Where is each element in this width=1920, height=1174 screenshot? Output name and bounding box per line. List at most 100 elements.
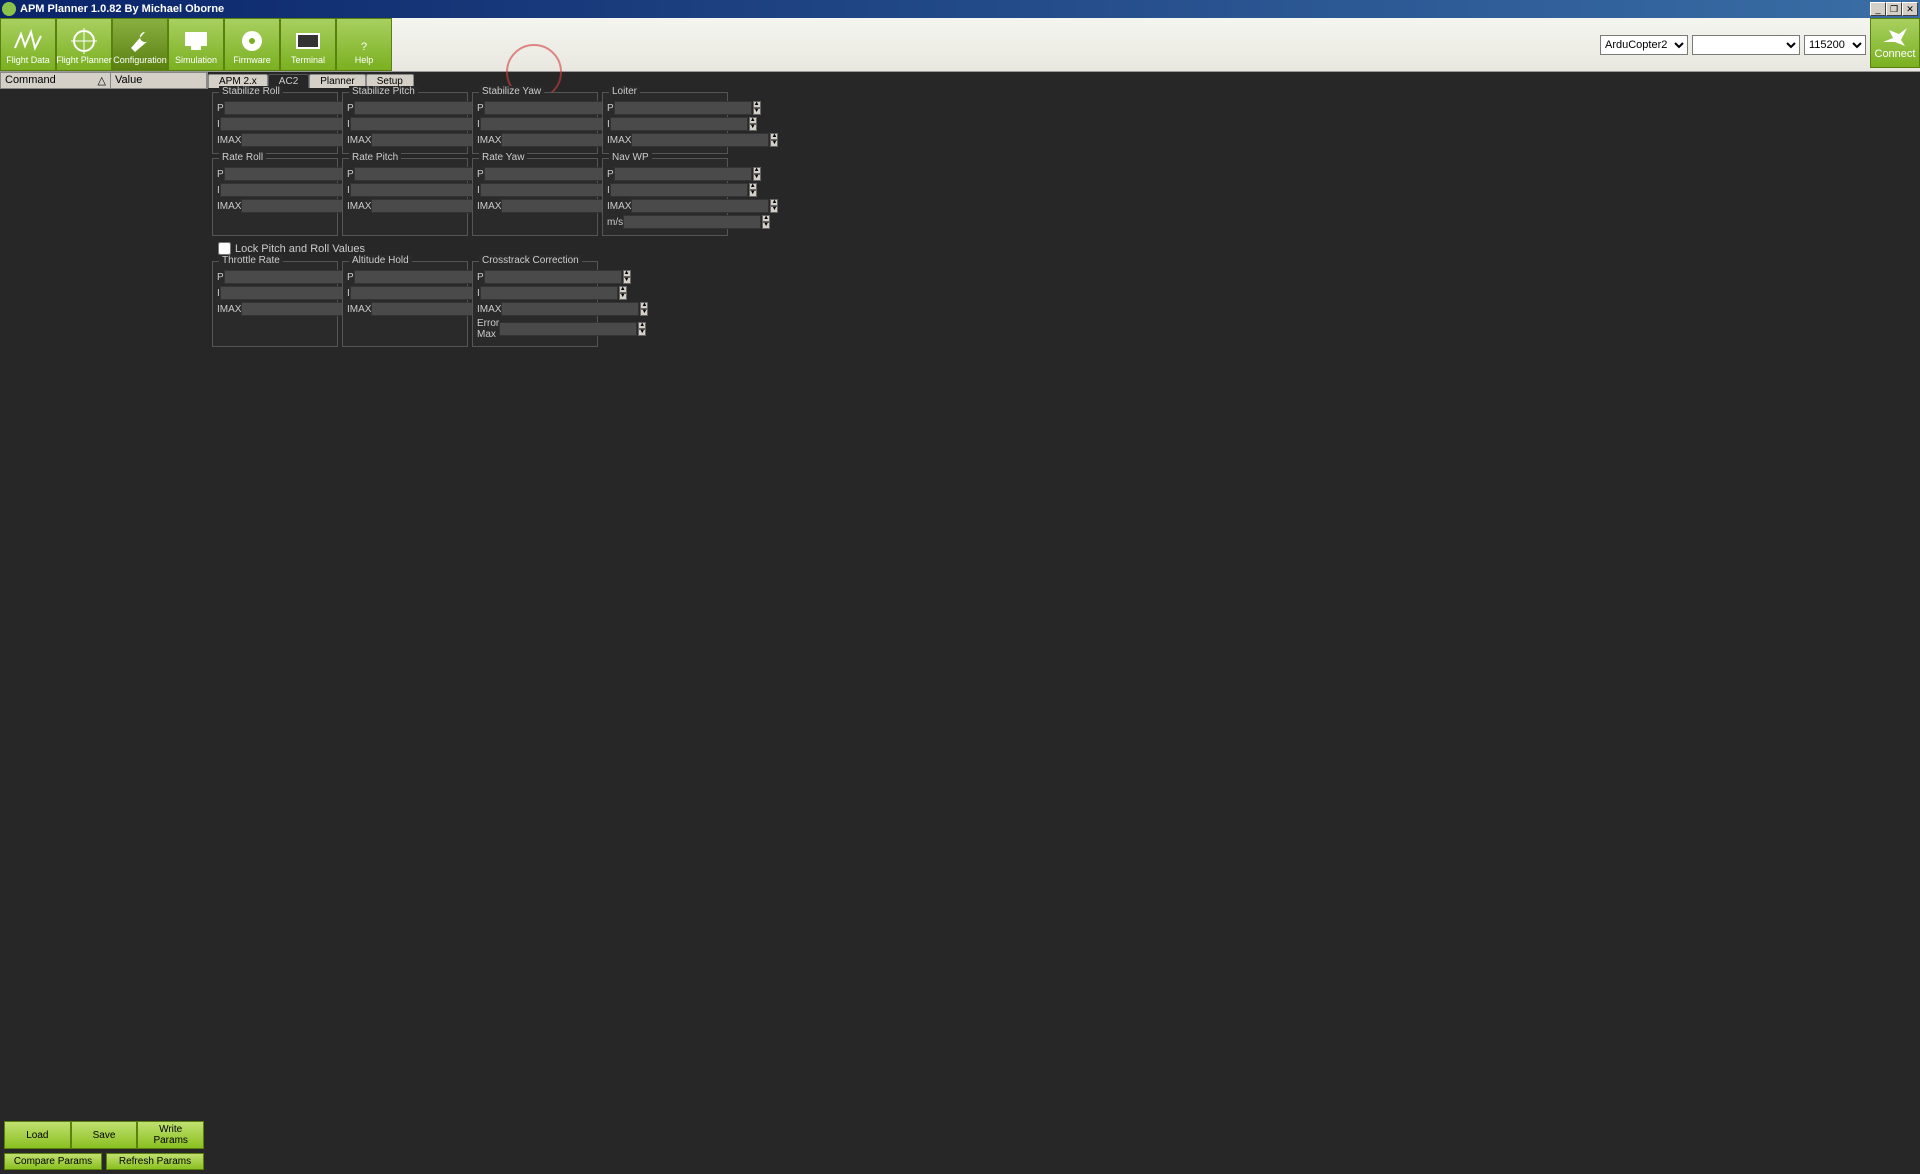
param-input-i[interactable] bbox=[350, 183, 488, 197]
spinner-up-icon[interactable]: ▲ bbox=[753, 101, 761, 108]
param-input-i[interactable] bbox=[220, 117, 358, 131]
param-input-i[interactable] bbox=[220, 286, 358, 300]
param-input-p[interactable] bbox=[484, 167, 622, 181]
spinner-down-icon[interactable]: ▼ bbox=[619, 293, 627, 300]
spinner-up-icon[interactable]: ▲ bbox=[638, 322, 646, 329]
spinner-down-icon[interactable]: ▼ bbox=[640, 309, 648, 316]
spinner-up-icon[interactable]: ▲ bbox=[770, 133, 778, 140]
param-label: P bbox=[347, 272, 354, 283]
param-row: I▲▼ bbox=[347, 286, 463, 300]
load-button[interactable]: Load bbox=[4, 1121, 71, 1149]
vehicle-select[interactable]: ArduCopter2 bbox=[1600, 35, 1688, 55]
param-label: IMAX bbox=[477, 201, 501, 212]
param-label: P bbox=[477, 103, 484, 114]
wrench-icon bbox=[124, 27, 156, 55]
toolbar-configuration[interactable]: Configuration bbox=[112, 18, 168, 71]
param-input-i[interactable] bbox=[610, 183, 748, 197]
param-input-p[interactable] bbox=[224, 167, 362, 181]
param-row: IMAX▲▼ bbox=[217, 302, 333, 316]
spinner-up-icon[interactable]: ▲ bbox=[749, 183, 757, 190]
spinner-up-icon[interactable]: ▲ bbox=[753, 167, 761, 174]
group-legend: Nav WP bbox=[609, 152, 652, 163]
close-button[interactable]: ✕ bbox=[1902, 2, 1918, 16]
param-input-p[interactable] bbox=[484, 101, 622, 115]
spinner-down-icon[interactable]: ▼ bbox=[753, 108, 761, 115]
spinner-up-icon[interactable]: ▲ bbox=[749, 117, 757, 124]
toolbar-flight-planner[interactable]: Flight Planner bbox=[56, 18, 112, 71]
param-input-imax[interactable] bbox=[631, 199, 769, 213]
spinner: ▲▼ bbox=[753, 167, 761, 181]
spinner-down-icon[interactable]: ▼ bbox=[623, 277, 631, 284]
param-input-imax[interactable] bbox=[631, 133, 769, 147]
param-input-p[interactable] bbox=[354, 270, 492, 284]
param-input-p[interactable] bbox=[614, 167, 752, 181]
lock-pitch-roll-checkbox[interactable] bbox=[218, 242, 231, 255]
param-label: IMAX bbox=[217, 201, 241, 212]
connect-button[interactable]: Connect bbox=[1870, 18, 1920, 68]
maximize-button[interactable]: ❐ bbox=[1886, 2, 1902, 16]
param-input-imax[interactable] bbox=[501, 302, 639, 316]
param-label: IMAX bbox=[607, 135, 631, 146]
param-input-ms[interactable] bbox=[623, 215, 761, 229]
param-input-i[interactable] bbox=[350, 117, 488, 131]
toolbar-help[interactable]: ?Help bbox=[336, 18, 392, 71]
group-throttle-rate: Throttle RateP▲▼I▲▼IMAX▲▼ bbox=[212, 261, 338, 347]
param-input-i[interactable] bbox=[480, 286, 618, 300]
compare-params-button[interactable]: Compare Params bbox=[4, 1153, 102, 1170]
group-rate-roll: Rate RollP▲▼I▲▼IMAX▲▼ bbox=[212, 158, 338, 236]
toolbar-terminal[interactable]: Terminal bbox=[280, 18, 336, 71]
param-input-i[interactable] bbox=[220, 183, 358, 197]
param-input-i[interactable] bbox=[480, 117, 618, 131]
param-input-p[interactable] bbox=[484, 270, 622, 284]
connect-label: Connect bbox=[1875, 48, 1916, 60]
toolbar-flight-data[interactable]: Flight Data bbox=[0, 18, 56, 71]
param-input-i[interactable] bbox=[350, 286, 488, 300]
spinner: ▲▼ bbox=[619, 286, 627, 300]
param-tree[interactable] bbox=[0, 89, 208, 1119]
group-legend: Rate Roll bbox=[219, 152, 266, 163]
app-title: APM Planner 1.0.82 By Michael Oborne bbox=[20, 3, 1870, 15]
param-input-i[interactable] bbox=[480, 183, 618, 197]
param-row: I▲▼ bbox=[477, 117, 593, 131]
spinner-down-icon[interactable]: ▼ bbox=[770, 206, 778, 213]
spinner-down-icon[interactable]: ▼ bbox=[749, 124, 757, 131]
param-label: IMAX bbox=[477, 304, 501, 315]
baud-select[interactable]: 115200 bbox=[1804, 35, 1866, 55]
spinner-down-icon[interactable]: ▼ bbox=[753, 174, 761, 181]
spinner-up-icon[interactable]: ▲ bbox=[623, 270, 631, 277]
command-column-header[interactable]: Command △ bbox=[1, 73, 111, 88]
param-input-p[interactable] bbox=[354, 167, 492, 181]
main-area: Command △ Value Load Save Write Params C… bbox=[0, 72, 1920, 1174]
refresh-params-button[interactable]: Refresh Params bbox=[106, 1153, 204, 1170]
param-row-3: Throttle RateP▲▼I▲▼IMAX▲▼Altitude HoldP▲… bbox=[212, 261, 1916, 347]
toolbar-simulation[interactable]: Simulation bbox=[168, 18, 224, 71]
param-row: P▲▼ bbox=[477, 101, 593, 115]
spinner-up-icon[interactable]: ▲ bbox=[619, 286, 627, 293]
write-params-button[interactable]: Write Params bbox=[137, 1121, 204, 1149]
group-legend: Crosstrack Correction bbox=[479, 255, 582, 266]
spinner-down-icon[interactable]: ▼ bbox=[638, 329, 646, 336]
spinner-down-icon[interactable]: ▼ bbox=[749, 190, 757, 197]
param-input-p[interactable] bbox=[224, 270, 362, 284]
toolbar-label: Simulation bbox=[175, 55, 217, 65]
param-row: IMAX▲▼ bbox=[607, 133, 723, 147]
param-input-p[interactable] bbox=[354, 101, 492, 115]
save-button[interactable]: Save bbox=[71, 1121, 138, 1149]
param-input-p[interactable] bbox=[224, 101, 362, 115]
param-input-errormax[interactable] bbox=[499, 322, 637, 336]
group-stabilize-roll: Stabilize RollP▲▼I▲▼IMAX▲▼ bbox=[212, 92, 338, 154]
toolbar-label: Firmware bbox=[233, 55, 271, 65]
spinner-down-icon[interactable]: ▼ bbox=[762, 222, 770, 229]
spinner-up-icon[interactable]: ▲ bbox=[762, 215, 770, 222]
minimize-button[interactable]: _ bbox=[1870, 2, 1886, 16]
spinner-up-icon[interactable]: ▲ bbox=[770, 199, 778, 206]
value-column-header[interactable]: Value bbox=[111, 73, 207, 88]
param-row: m/s▲▼ bbox=[607, 215, 723, 229]
param-input-i[interactable] bbox=[610, 117, 748, 131]
spinner-down-icon[interactable]: ▼ bbox=[770, 140, 778, 147]
param-input-p[interactable] bbox=[614, 101, 752, 115]
group-nav-wp: Nav WPP▲▼I▲▼IMAX▲▼m/s▲▼ bbox=[602, 158, 728, 236]
spinner-up-icon[interactable]: ▲ bbox=[640, 302, 648, 309]
toolbar-firmware[interactable]: Firmware bbox=[224, 18, 280, 71]
port-select[interactable] bbox=[1692, 35, 1800, 55]
